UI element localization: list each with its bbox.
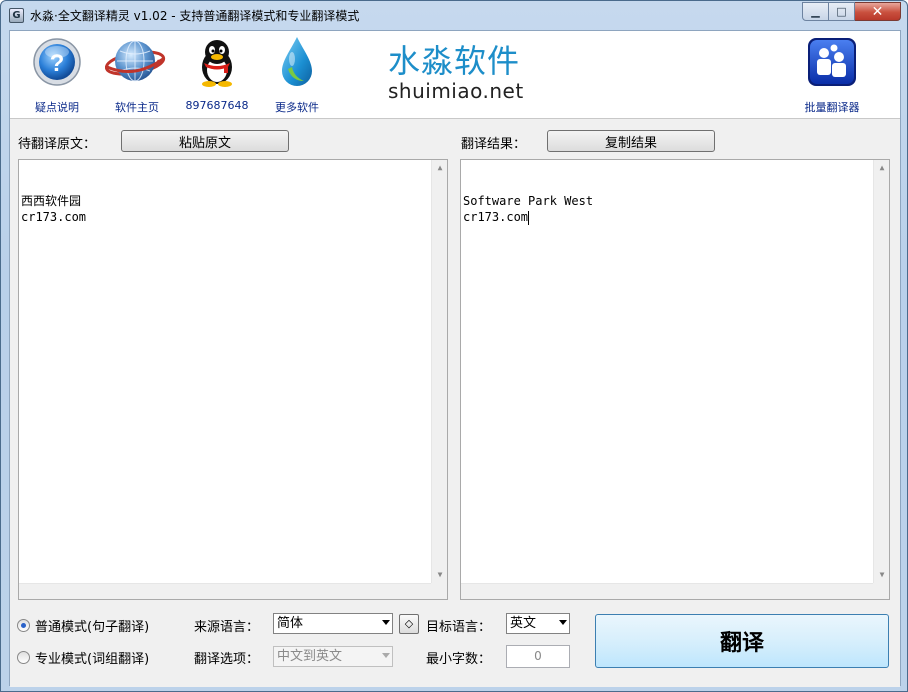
target-language-select[interactable]: 英文 — [506, 613, 570, 634]
mode-normal-label[interactable]: 普通模式(句子翻译) — [35, 616, 149, 635]
brand-logo[interactable]: 水淼软件 shuimiao.net — [388, 43, 568, 103]
globe-icon — [104, 35, 166, 89]
main-panel: 待翻译原文： 粘贴原文 西西软件园 cr173.com ▲ ▼ ◀ ▶ 翻译结果… — [10, 119, 900, 687]
source-label: 待翻译原文： — [18, 137, 97, 152]
title-bar[interactable]: G 水淼·全文翻译精灵 v1.02 - 支持普通翻译模式和专业翻译模式 ▁ □ … — [1, 1, 907, 29]
mode-pro-radio[interactable] — [17, 651, 30, 664]
brand-name-en: shuimiao.net — [388, 79, 524, 103]
scrollbar-corner — [873, 583, 889, 599]
swap-languages-button[interactable]: ◇ — [399, 614, 419, 634]
target-language-value: 英文 — [510, 616, 537, 631]
toolbar-homepage-label: 软件主页 — [115, 101, 159, 114]
translate-option-value: 中文到英文 — [277, 649, 343, 664]
translate-option-select[interactable]: 中文到英文 — [273, 646, 393, 667]
paste-source-button[interactable]: 粘贴原文 — [121, 130, 289, 152]
toolbar-batch-translator[interactable]: 批量翻译器 — [792, 35, 872, 115]
water-drop-icon — [270, 35, 324, 89]
close-button[interactable]: ✕ — [855, 2, 901, 21]
toolbar-batch-label: 批量翻译器 — [804, 101, 860, 114]
min-chars-input[interactable]: 0 — [506, 645, 570, 668]
window-title: 水淼·全文翻译精灵 v1.02 - 支持普通翻译模式和专业翻译模式 — [30, 9, 360, 23]
result-horizontal-scrollbar[interactable]: ◀ ▶ — [461, 583, 873, 599]
toolbar-more-software[interactable]: 更多软件 — [257, 35, 337, 115]
scrollbar-corner — [431, 583, 447, 599]
toolbar-homepage[interactable]: 软件主页 — [97, 35, 177, 115]
source-language-value: 简体 — [277, 616, 304, 631]
target-language-label: 目标语言： — [426, 620, 492, 635]
source-vertical-scrollbar[interactable]: ▲ ▼ — [431, 160, 447, 583]
result-vertical-scrollbar[interactable]: ▲ ▼ — [873, 160, 889, 583]
chevron-down-icon — [382, 653, 390, 658]
brand-name-cn: 水淼软件 — [388, 42, 521, 80]
mode-pro-label[interactable]: 专业模式(词组翻译) — [35, 648, 149, 667]
app-window: G 水淼·全文翻译精灵 v1.02 - 支持普通翻译模式和专业翻译模式 ▁ □ … — [0, 0, 908, 692]
svg-text:?: ? — [50, 50, 65, 77]
mode-normal-radio[interactable] — [17, 619, 30, 632]
scroll-down-arrow-icon[interactable]: ▼ — [432, 567, 447, 583]
source-language-label: 来源语言： — [194, 620, 260, 635]
result-label: 翻译结果： — [461, 137, 527, 152]
minimize-button[interactable]: ▁ — [802, 2, 829, 21]
source-textarea[interactable]: 西西软件园 cr173.com ▲ ▼ ◀ ▶ — [18, 159, 448, 600]
chevron-down-icon — [382, 620, 390, 625]
result-textarea[interactable]: Software Park West cr173.com ▲ ▼ ◀ ▶ — [460, 159, 890, 600]
source-horizontal-scrollbar[interactable]: ◀ ▶ — [19, 583, 431, 599]
text-cursor — [528, 210, 530, 225]
qq-penguin-icon — [190, 35, 244, 89]
toolbar: ? 疑点说明 软件主页 897687648 更多软件 水淼软件 shuimiao… — [10, 31, 900, 119]
app-icon: G — [9, 8, 24, 23]
translate-button[interactable]: 翻译 — [595, 614, 889, 668]
translate-option-label: 翻译选项： — [194, 652, 260, 667]
help-icon: ? — [30, 35, 84, 89]
scroll-down-arrow-icon[interactable]: ▼ — [874, 567, 889, 583]
source-text: 西西软件园 cr173.com — [21, 194, 87, 224]
batch-translator-icon — [805, 35, 859, 89]
scroll-up-arrow-icon[interactable]: ▲ — [432, 160, 447, 176]
min-chars-label: 最小字数： — [426, 652, 492, 667]
source-language-select[interactable]: 简体 — [273, 613, 393, 634]
toolbar-help[interactable]: ? 疑点说明 — [17, 35, 97, 115]
toolbar-more-software-label: 更多软件 — [275, 101, 319, 114]
scroll-up-arrow-icon[interactable]: ▲ — [874, 160, 889, 176]
chevron-down-icon — [559, 620, 567, 625]
copy-result-button[interactable]: 复制结果 — [547, 130, 715, 152]
client-area: ? 疑点说明 软件主页 897687648 更多软件 水淼软件 shuimiao… — [9, 30, 901, 687]
result-text: Software Park West cr173.com — [463, 193, 887, 225]
toolbar-qq-label: 897687648 — [185, 99, 249, 112]
maximize-button[interactable]: □ — [829, 2, 855, 21]
toolbar-qq[interactable]: 897687648 — [177, 35, 257, 112]
toolbar-help-label: 疑点说明 — [35, 101, 79, 114]
window-controls: ▁ □ ✕ — [802, 2, 901, 22]
